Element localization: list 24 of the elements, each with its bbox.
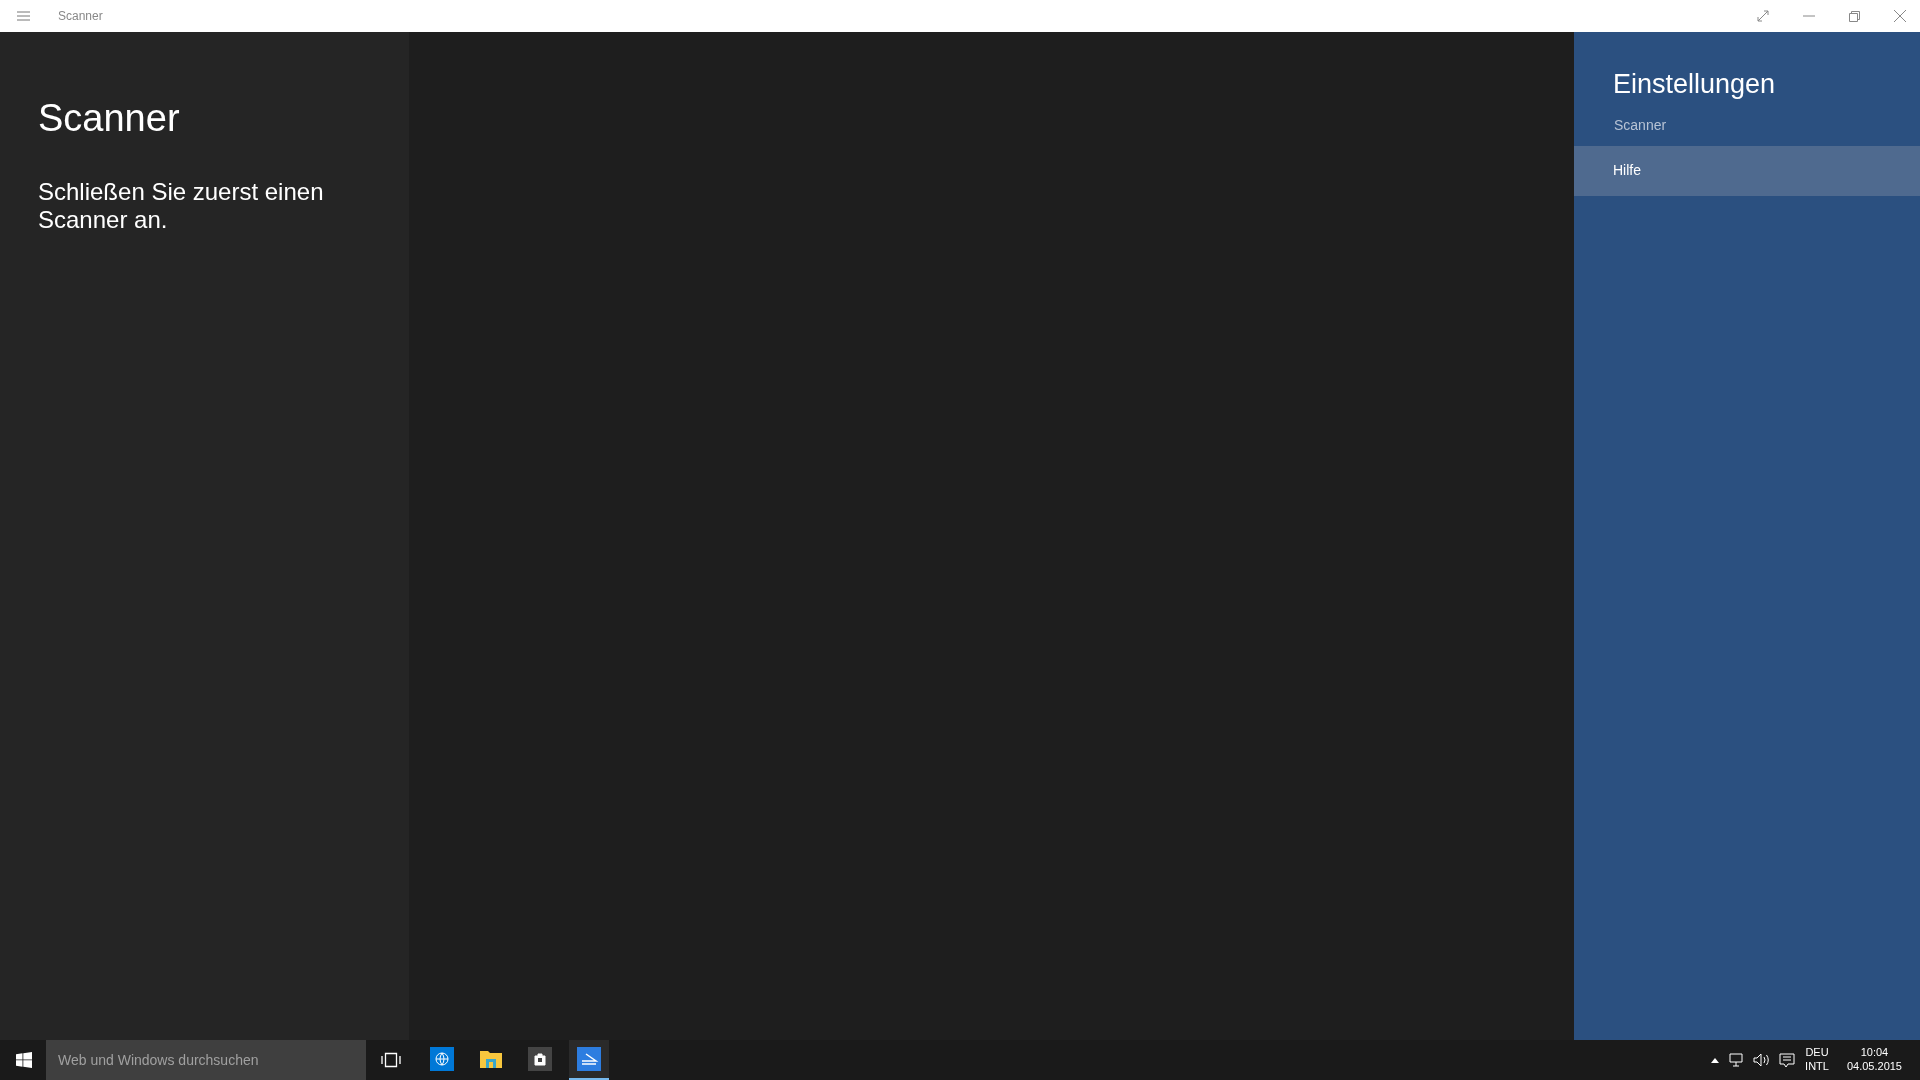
volume-icon[interactable]: [1753, 1052, 1772, 1068]
language-indicator[interactable]: DEU: [1805, 1046, 1829, 1060]
settings-title: Einstellungen: [1612, 68, 1777, 101]
taskbar-app[interactable]: [569, 1040, 609, 1080]
globe-icon: [430, 1047, 454, 1071]
restore-icon[interactable]: [1849, 10, 1860, 22]
settings-subtitle: Scanner: [1613, 115, 1668, 135]
notification-icon[interactable]: [1779, 1052, 1796, 1068]
scanner-icon: [577, 1047, 601, 1071]
fullscreen-icon[interactable]: [1757, 10, 1769, 22]
page-title: Scanner: [38, 96, 181, 141]
shopping-bag-icon: [528, 1047, 552, 1071]
message-text: Schließen Sie zuerst einen Scanner an.: [38, 177, 325, 236]
task-view-icon[interactable]: [381, 1052, 401, 1068]
close-icon[interactable]: [1894, 10, 1906, 22]
keyboard-layout[interactable]: INTL: [1805, 1060, 1829, 1074]
settings-item[interactable]: Hilfe: [1574, 145, 1920, 196]
windows-logo-icon[interactable]: [16, 1052, 32, 1068]
search-field[interactable]: Web und Windows durchsuchen: [46, 1040, 366, 1080]
window-title: Scanner: [58, 8, 103, 25]
chevron-up-icon[interactable]: [1711, 1057, 1720, 1063]
clock-time[interactable]: 10:04: [1860, 1046, 1889, 1060]
clock-date[interactable]: 04.05.2015: [1846, 1060, 1902, 1074]
network-icon[interactable]: [1729, 1052, 1746, 1068]
